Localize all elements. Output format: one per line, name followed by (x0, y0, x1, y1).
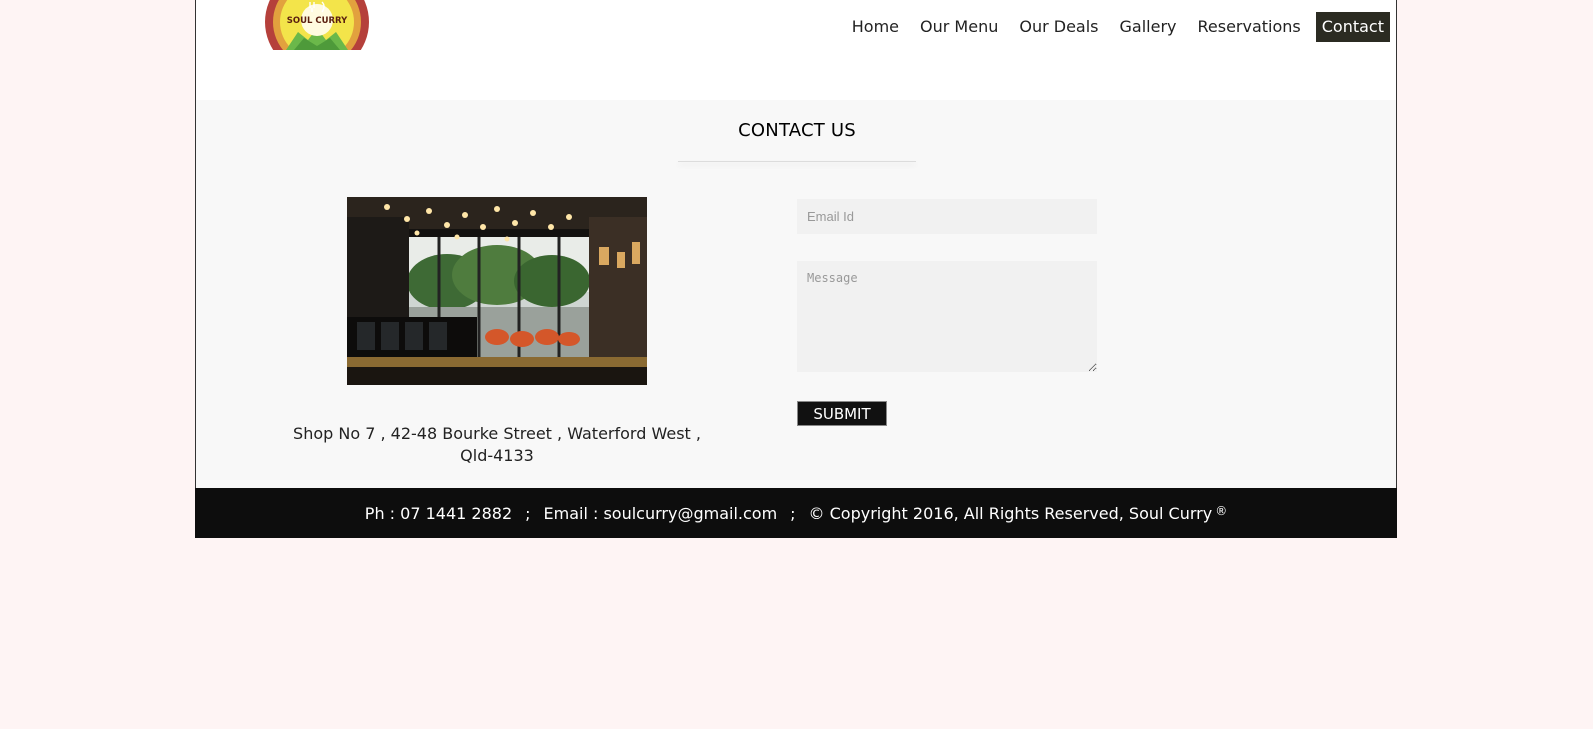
site-footer: Ph : 07 1441 2882 ; Email : soulcurry@gm… (195, 488, 1397, 538)
page-container: SOUL CURRY Home Our Menu Our Deals Galle… (195, 0, 1397, 538)
restaurant-interior-image (347, 197, 647, 385)
main-nav: Home Our Menu Our Deals Gallery Reservat… (837, 12, 1390, 42)
message-field[interactable] (797, 261, 1097, 372)
email-field[interactable] (797, 199, 1097, 234)
footer-email[interactable]: Email : soulcurry@gmail.com (544, 504, 778, 523)
footer-phone: Ph : 07 1441 2882 (364, 503, 513, 523)
contact-section: CONTACT US Shop No 7 , 42-48 Bourke Stre… (195, 100, 1397, 488)
address-text: Shop No 7 , 42-48 Bourke Street , Waterf… (292, 423, 702, 467)
site-header: SOUL CURRY Home Our Menu Our Deals Galle… (195, 0, 1397, 100)
soul-curry-logo[interactable]: SOUL CURRY (264, 0, 370, 50)
page-title: CONTACT US (738, 120, 856, 141)
logo-text: SOUL CURRY (287, 16, 348, 26)
nav-gallery[interactable]: Gallery (1114, 12, 1183, 42)
nav-our-deals[interactable]: Our Deals (1013, 12, 1104, 42)
nav-reservations[interactable]: Reservations (1191, 12, 1306, 42)
submit-button[interactable]: SUBMIT (797, 401, 887, 426)
address-line-1: Shop No 7 , 42-48 Bourke Street , Waterf… (293, 424, 701, 443)
nav-home[interactable]: Home (846, 12, 905, 42)
footer-separator: ; (790, 503, 796, 523)
registered-mark: ® (1215, 504, 1228, 518)
logo-emblem-icon: SOUL CURRY (265, 0, 369, 50)
footer-separator: ; (525, 503, 531, 523)
footer-copyright: © Copyright 2016, All Rights Reserved, S… (808, 503, 1213, 523)
address-line-2: Qld-4133 (460, 446, 534, 465)
nav-contact[interactable]: Contact (1315, 12, 1390, 42)
nav-our-menu[interactable]: Our Menu (914, 12, 1004, 42)
restaurant-photo (347, 197, 647, 385)
title-divider (678, 161, 916, 162)
